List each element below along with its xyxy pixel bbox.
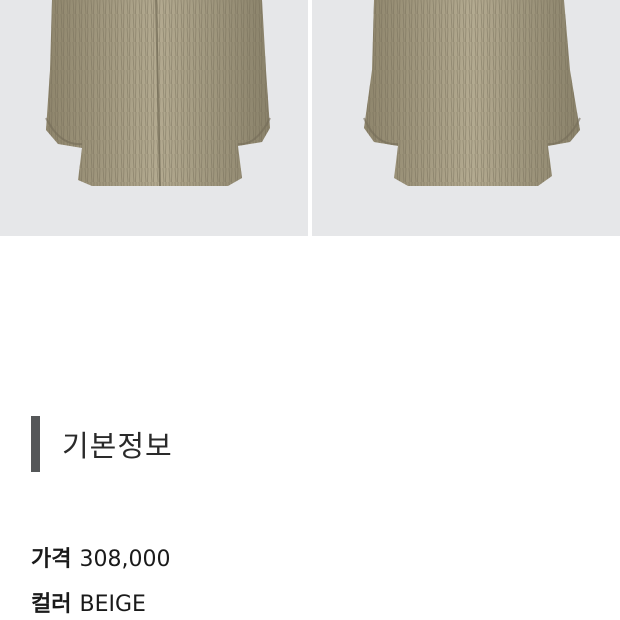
section-title: 기본정보 [62,429,173,463]
product-photo-front[interactable] [0,0,308,236]
product-image-gallery [0,0,620,236]
section-accent-bar [31,416,40,472]
basic-info-header: 기본정보 [31,416,173,472]
color-value: BEIGE [79,592,146,617]
price-row: 가격 308,000 [31,541,170,573]
price-label: 가격 [31,547,72,572]
color-label: 컬러 [31,592,72,617]
fur-coat-image [363,0,581,186]
product-detail-page: 기본정보 가격 308,000 컬러 BEIGE [0,0,620,620]
color-row: 컬러 BEIGE [31,586,146,618]
product-photo-side[interactable] [312,0,620,236]
price-value: 308,000 [79,547,171,572]
fur-coat-image [45,0,271,187]
